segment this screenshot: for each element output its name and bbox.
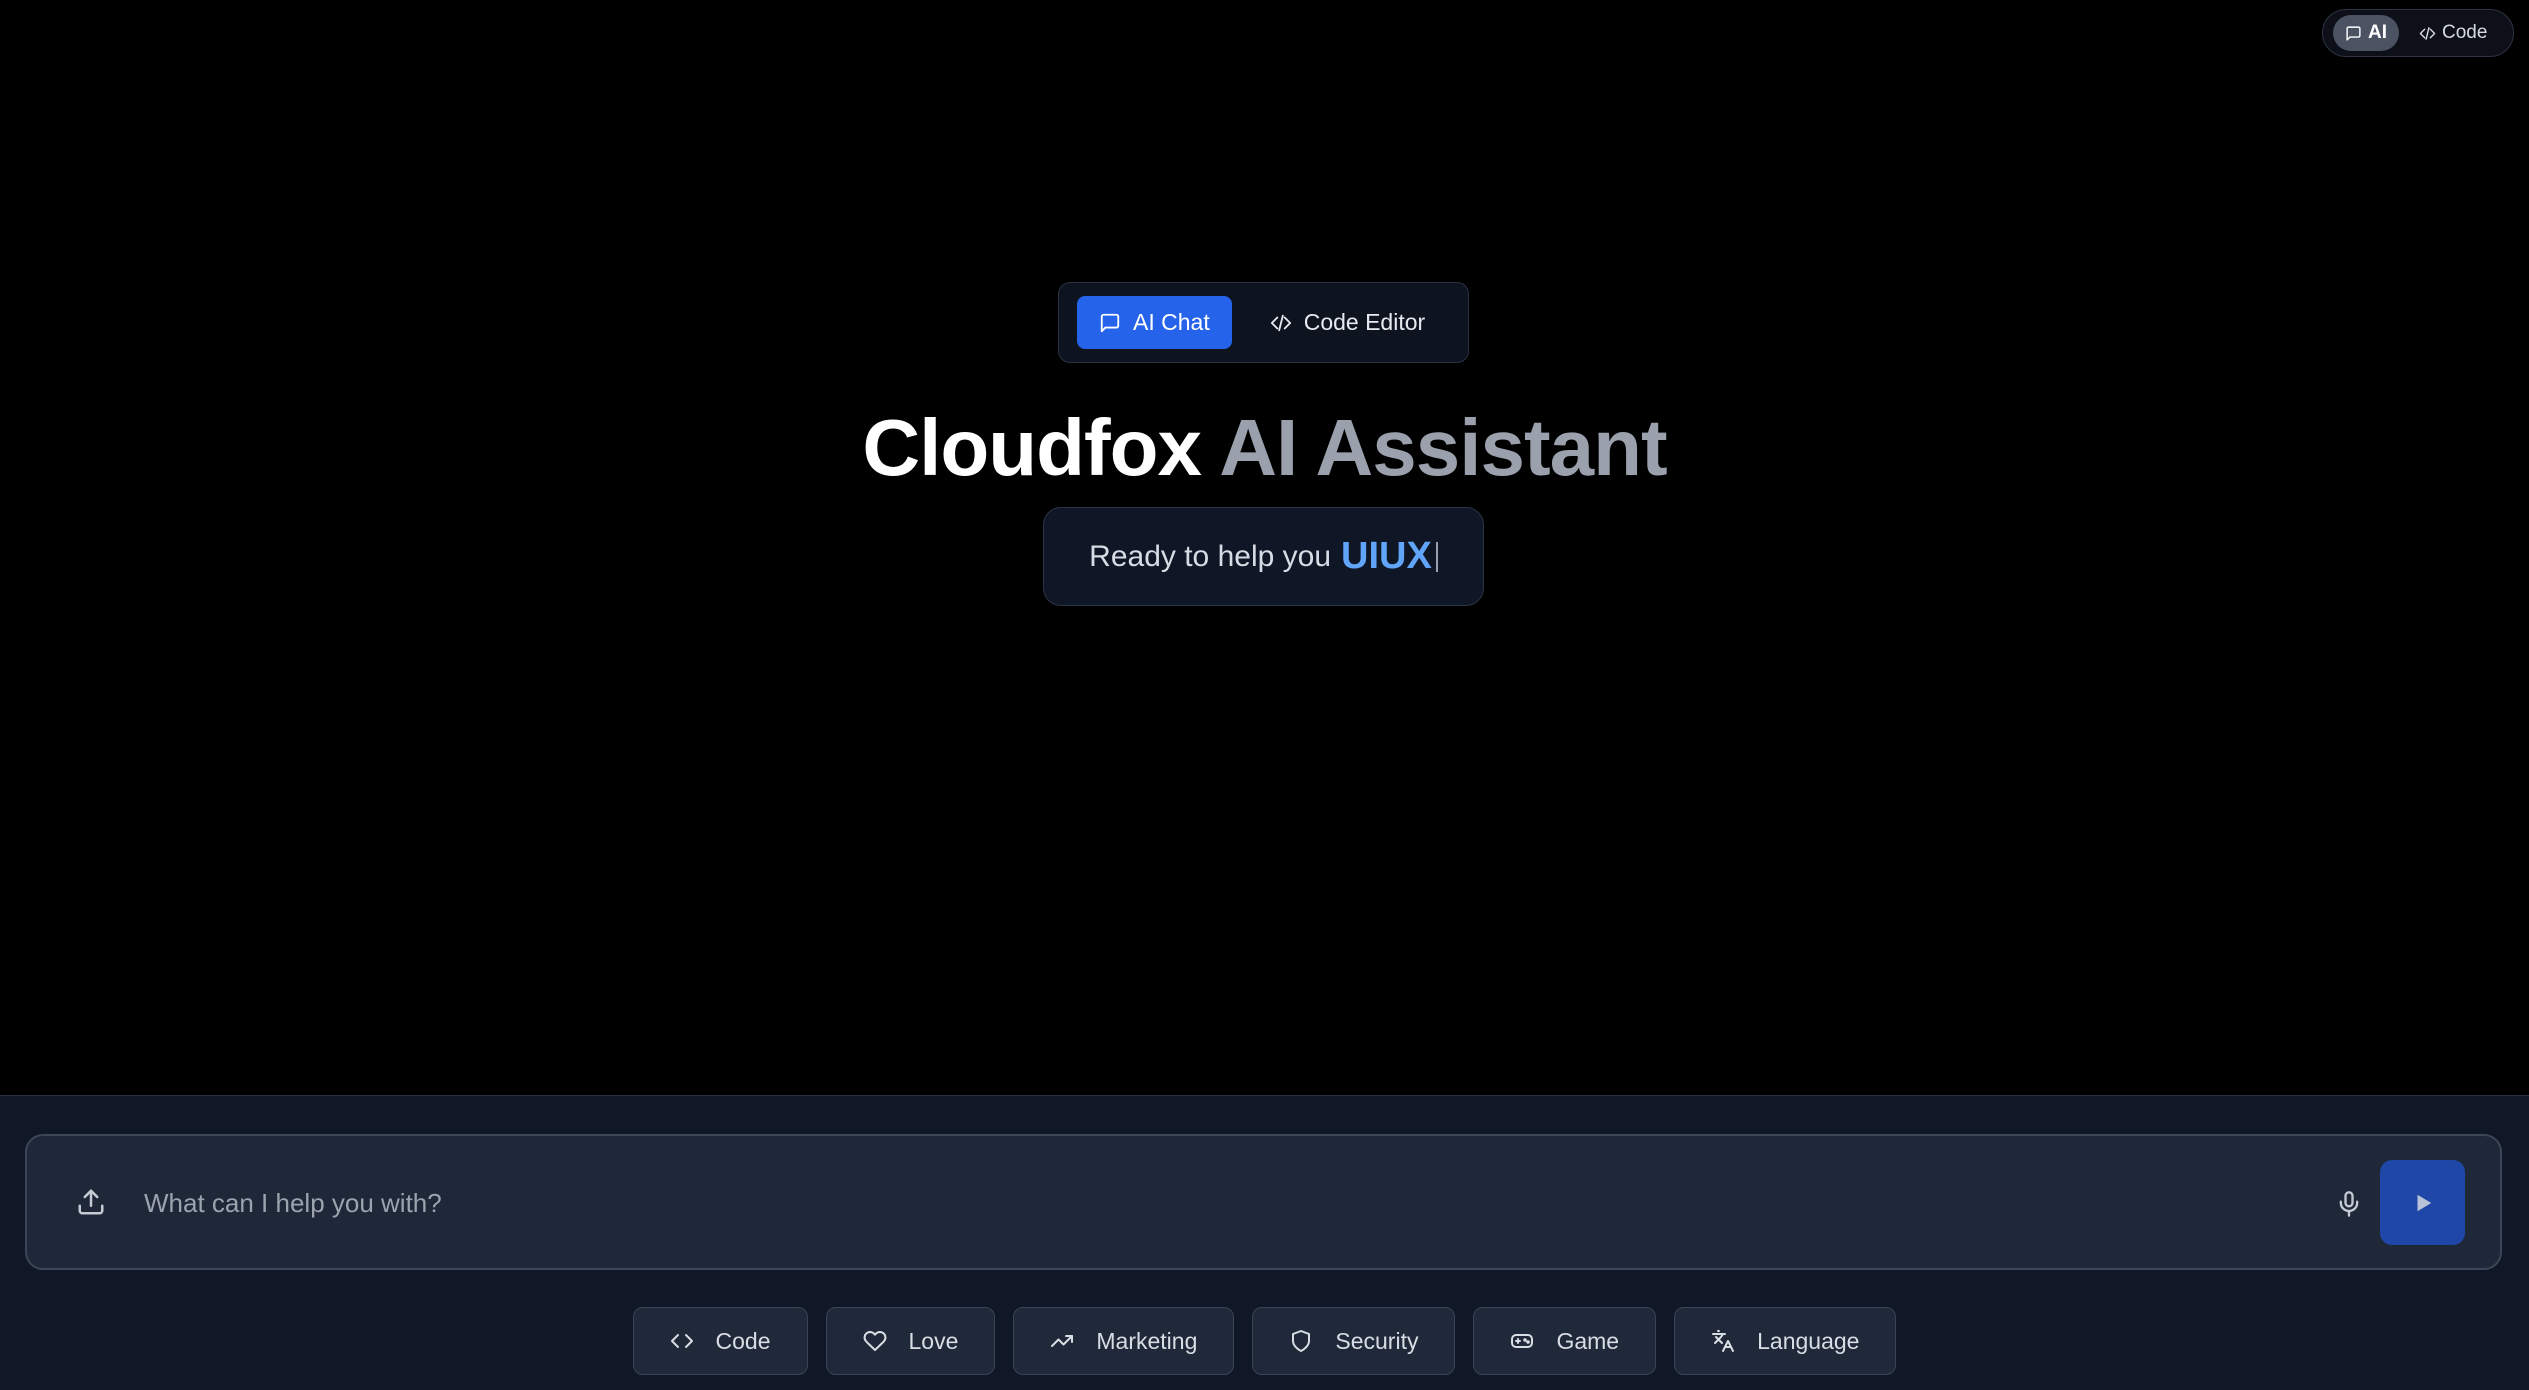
chip-love[interactable]: Love [825, 1307, 996, 1375]
chip-code[interactable]: Code [632, 1307, 808, 1375]
code-icon [2419, 25, 2436, 42]
chip-security[interactable]: Security [1252, 1307, 1456, 1375]
mini-toggle-code[interactable]: Code [2407, 15, 2499, 51]
chip-language[interactable]: Language [1674, 1307, 1897, 1375]
mini-toggle-ai-label: AI [2368, 22, 2387, 43]
composer-panel: Code Love Marketing Security Game [0, 1095, 2529, 1390]
heart-icon [863, 1329, 887, 1353]
typing-subtitle: Ready to help you UIUX [1043, 507, 1484, 606]
chip-label: Love [908, 1327, 959, 1354]
chip-label: Language [1757, 1327, 1860, 1354]
code-icon [1270, 312, 1292, 334]
subtitle-prefix: Ready to help you [1089, 539, 1332, 573]
mode-mini-toggle: AI Code [2322, 9, 2514, 57]
suggestion-chips: Code Love Marketing Security Game Langua… [0, 1307, 2529, 1377]
chip-label: Game [1556, 1327, 1620, 1354]
message-square-icon [2345, 25, 2362, 42]
subtitle-highlight: UIUX [1341, 535, 1432, 577]
typing-caret [1435, 541, 1438, 572]
ai-chat-tab[interactable]: AI Chat [1077, 296, 1232, 349]
page-title: Cloudfox AI Assistant [0, 398, 2529, 498]
chip-game[interactable]: Game [1473, 1307, 1657, 1375]
trending-up-icon [1050, 1329, 1074, 1353]
languages-icon [1711, 1329, 1735, 1353]
ai-chat-tab-label: AI Chat [1133, 309, 1210, 335]
shield-icon [1289, 1329, 1313, 1353]
chat-input[interactable] [142, 1170, 2296, 1236]
send-button[interactable] [2380, 1160, 2465, 1245]
chip-label: Marketing [1096, 1327, 1198, 1354]
title-brand: Cloudfox [862, 403, 1202, 492]
play-icon [2412, 1192, 2434, 1214]
chat-composer [25, 1134, 2502, 1270]
upload-icon [76, 1187, 106, 1217]
mini-toggle-code-label: Code [2442, 22, 2488, 43]
chip-label: Code [715, 1327, 771, 1354]
message-square-icon [1099, 312, 1121, 334]
title-product: AI Assistant [1219, 403, 1667, 492]
mode-switch: AI Chat Code Editor [1058, 282, 1469, 363]
upload-button[interactable] [71, 1182, 111, 1222]
microphone-icon [2335, 1190, 2363, 1218]
mini-toggle-ai[interactable]: AI [2333, 15, 2399, 51]
code-editor-tab[interactable]: Code Editor [1248, 296, 1447, 349]
chip-marketing[interactable]: Marketing [1013, 1307, 1235, 1375]
gamepad-icon [1510, 1329, 1534, 1353]
microphone-button[interactable] [2329, 1184, 2369, 1224]
code-editor-tab-label: Code Editor [1303, 309, 1426, 335]
code-icon [670, 1329, 694, 1353]
chip-label: Security [1335, 1327, 1419, 1354]
